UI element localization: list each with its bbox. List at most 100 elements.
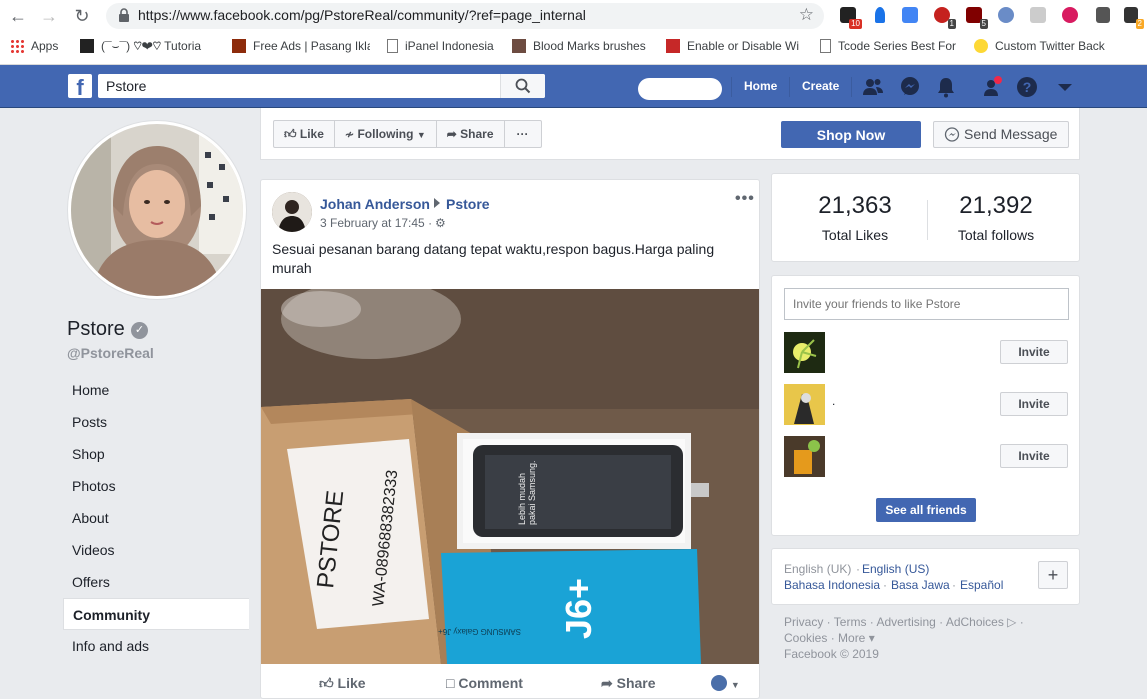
like-page-button[interactable]: 👍︎ Like — [274, 121, 335, 147]
friend-name[interactable]: . — [832, 394, 835, 408]
audience-gear-icon[interactable]: ⚙ — [435, 216, 446, 230]
sidebar-item-shop[interactable]: Shop — [63, 438, 249, 470]
bookmark-site-icon — [666, 39, 680, 53]
separator: · — [883, 578, 887, 592]
see-all-friends-button[interactable]: See all friends — [876, 498, 976, 522]
messenger-icon[interactable] — [899, 76, 921, 98]
globe-icon[interactable] — [998, 7, 1014, 23]
more-options-button[interactable]: ··· — [505, 121, 541, 147]
reload-icon[interactable]: ↻ — [71, 5, 93, 27]
post-timestamp[interactable]: 3 February at 17:45 · — [320, 216, 432, 230]
bookmark-apps[interactable]: Apps — [10, 39, 58, 53]
photo-product-text: J6+ — [558, 578, 599, 639]
send-message-button[interactable]: Send Message — [933, 121, 1069, 148]
translate-icon[interactable] — [902, 7, 918, 23]
author-avatar[interactable] — [272, 192, 312, 232]
sidebar-item-posts[interactable]: Posts — [63, 406, 249, 438]
post-share-button[interactable]: ➦ Share — [601, 675, 656, 692]
sidebar-item-info-and-ads[interactable]: Info and ads — [63, 630, 249, 662]
profile-photo-image — [71, 124, 243, 296]
invite-friends-card: Invite . Invite Invite See all friends — [771, 275, 1080, 536]
profile-link[interactable] — [638, 78, 722, 100]
total-follows-label: Total follows — [957, 227, 1035, 243]
page-action-buttons: 👍︎ Like ≁ Following ▼ ➦ Share ··· — [273, 120, 542, 148]
page-title: Pstore — [67, 318, 125, 340]
bookmark-item[interactable]: Custom Twitter Back — [974, 39, 1112, 53]
forward-icon[interactable]: → — [38, 5, 60, 27]
share-page-button[interactable]: ➦ Share — [437, 121, 505, 147]
sidebar-item-community[interactable]: Community — [63, 598, 249, 630]
bookmark-item[interactable]: Blood Marks brushes — [512, 39, 648, 53]
extension-icon[interactable]: 2 — [1124, 7, 1144, 29]
chevron-down-icon[interactable] — [1054, 76, 1076, 98]
search-button[interactable] — [500, 74, 545, 98]
post-photo[interactable]: PSTORE WA-089688382333 Lebih mudah pakai… — [261, 289, 759, 664]
arrow-right-icon — [434, 198, 440, 208]
sidebar-item-photos[interactable]: Photos — [63, 470, 249, 502]
notifications-bell-icon[interactable] — [935, 76, 957, 98]
bookmark-item[interactable]: iPanel Indonesia — [387, 39, 502, 53]
sidebar-item-offers[interactable]: Offers — [63, 566, 249, 598]
eyedropper-icon[interactable] — [1096, 7, 1110, 23]
facebook-header: f Pstore Home Create ? — [0, 65, 1147, 108]
post-like-button[interactable]: 👍︎ Like — [319, 675, 366, 692]
invite-button[interactable]: Invite — [1000, 340, 1068, 364]
language-link[interactable]: Bahasa Indonesia — [784, 578, 880, 592]
invite-button[interactable]: Invite — [1000, 392, 1068, 416]
friend-requests-icon[interactable] — [862, 76, 884, 98]
adblock-icon[interactable]: 1 — [934, 7, 956, 29]
thumbs-up-icon: 👍︎ — [284, 127, 297, 141]
separator: · — [856, 562, 860, 576]
create-link[interactable]: Create — [802, 79, 839, 93]
friend-avatar[interactable] — [784, 332, 825, 373]
more-languages-button[interactable]: + — [1038, 561, 1068, 589]
following-button[interactable]: ≁ Following ▼ — [335, 121, 437, 147]
lock-icon — [119, 8, 129, 22]
sidebar-item-videos[interactable]: Videos — [63, 534, 249, 566]
extension-icon[interactable] — [875, 7, 885, 23]
ublock-icon[interactable]: 5 — [966, 7, 988, 29]
bookmark-item[interactable]: Tcode Series Best For — [820, 39, 958, 53]
photo-brand-text: SAMSUNG Galaxy J6+ — [438, 627, 521, 636]
help-icon[interactable]: ? — [1016, 76, 1038, 98]
language-link[interactable]: Basa Jawa — [891, 578, 950, 592]
shop-now-button[interactable]: Shop Now — [781, 121, 921, 148]
bookmark-item[interactable]: (¯⌣¯) ♡❤♡ Tutoria — [80, 39, 215, 54]
language-link[interactable]: English (US) — [862, 562, 929, 576]
post-options-icon[interactable]: ••• — [735, 190, 755, 208]
page-icon — [387, 39, 398, 53]
extension-icon[interactable] — [1030, 7, 1046, 23]
divider — [789, 77, 790, 97]
extension-icon[interactable]: 10 — [840, 7, 862, 29]
friend-avatar[interactable] — [784, 384, 825, 425]
language-link[interactable]: Español — [960, 578, 1003, 592]
bookmark-star-icon[interactable]: ☆ — [799, 5, 814, 25]
footer-links[interactable]: Privacy · Terms · Advertising · AdChoice… — [784, 614, 1074, 630]
page-stats-card: 21,363 Total Likes 21,392 Total follows — [771, 173, 1080, 262]
invite-button[interactable]: Invite — [1000, 444, 1068, 468]
total-follows-count: 21,392 — [959, 192, 1033, 219]
post-photo-image: PSTORE WA-089688382333 Lebih mudah pakai… — [261, 289, 759, 664]
post-target-link[interactable]: Pstore — [446, 196, 490, 212]
facebook-logo-icon[interactable]: f — [68, 74, 92, 98]
friend-avatar[interactable] — [784, 436, 825, 477]
sidebar-item-about[interactable]: About — [63, 502, 249, 534]
divider — [731, 77, 732, 97]
photo-box-text: Lebih mudah — [517, 473, 527, 525]
address-bar[interactable]: https://www.facebook.com/pg/PstoreReal/c… — [106, 3, 824, 29]
pages-icon[interactable] — [981, 76, 1003, 98]
back-icon[interactable]: ← — [7, 5, 29, 27]
search-input[interactable]: Pstore — [98, 74, 545, 98]
page-profile-photo[interactable] — [68, 121, 246, 299]
home-link[interactable]: Home — [744, 79, 777, 93]
post-author-link[interactable]: Johan Anderson — [320, 196, 430, 212]
bookmark-item[interactable]: Free Ads | Pasang Ikla — [232, 39, 370, 53]
invite-search-input[interactable] — [784, 288, 1069, 320]
footer-links[interactable]: Cookies · More ▾ — [784, 630, 1074, 646]
extension-icon[interactable] — [1062, 7, 1078, 23]
sidebar-item-home[interactable]: Home — [63, 374, 249, 406]
page-handle[interactable]: @PstoreReal — [67, 345, 154, 361]
browser-chrome: ← → ↻ https://www.facebook.com/pg/Pstore… — [0, 0, 1147, 65]
bookmarks-bar: Apps (¯⌣¯) ♡❤♡ Tutoria Free Ads | Pasang… — [0, 34, 1147, 60]
bookmark-item[interactable]: Enable or Disable Wi — [666, 39, 801, 53]
